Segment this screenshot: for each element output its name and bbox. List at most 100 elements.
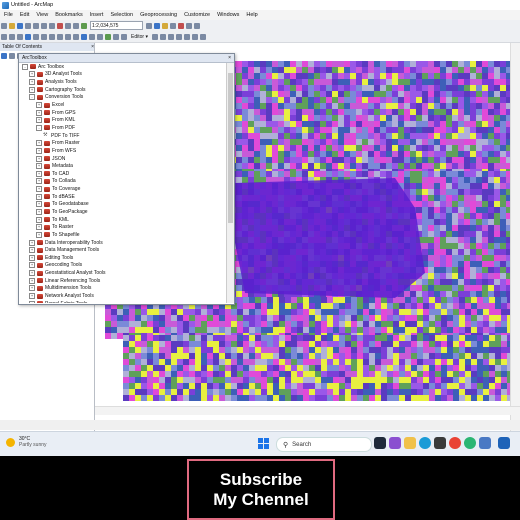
editor-menu[interactable]: Editor ▾	[131, 34, 148, 40]
sketch-properties-icon[interactable]	[199, 33, 206, 40]
split-icon[interactable]	[175, 33, 182, 40]
close-icon[interactable]: ×	[228, 55, 231, 61]
expand-icon[interactable]: +	[36, 193, 42, 200]
arctoolbox-icon[interactable]	[178, 22, 184, 29]
toolbox-item[interactable]: + To GeoPackage	[19, 208, 224, 216]
close-icon[interactable]: ×	[91, 44, 94, 50]
task-view-icon[interactable]	[374, 437, 386, 449]
expand-icon[interactable]: +	[29, 262, 35, 269]
toolbox-item[interactable]: - Arc Toolbox	[19, 63, 224, 71]
chat-icon[interactable]	[389, 437, 401, 449]
collapse-icon[interactable]: -	[29, 94, 35, 101]
toolbox-item[interactable]: + From Raster	[19, 139, 224, 147]
expand-icon[interactable]: +	[36, 140, 42, 147]
redo-icon[interactable]	[73, 22, 79, 29]
toolbox-item[interactable]: + Linear Referencing Tools	[19, 277, 224, 285]
expand-icon[interactable]: +	[29, 300, 35, 303]
fixed-zoom-in-icon[interactable]	[33, 33, 39, 40]
expand-icon[interactable]: +	[29, 71, 35, 78]
toolbox-item[interactable]: + Analysis Tools	[19, 78, 224, 86]
menu-edit[interactable]: Edit	[20, 12, 29, 18]
scroll-thumb[interactable]	[228, 73, 233, 223]
expand-icon[interactable]: +	[36, 109, 42, 116]
paste-icon[interactable]	[49, 22, 55, 29]
undo-icon[interactable]	[65, 22, 71, 29]
expand-icon[interactable]: +	[36, 186, 42, 193]
menu-geoprocessing[interactable]: Geoprocessing	[140, 12, 177, 18]
measure-icon[interactable]	[97, 33, 103, 40]
toolbox-item[interactable]: ⚒ PDF To TIFF	[19, 132, 224, 140]
expand-icon[interactable]: +	[29, 270, 35, 277]
hyperlink-icon[interactable]	[105, 33, 111, 40]
expand-icon[interactable]: +	[29, 239, 35, 246]
add-data-icon[interactable]	[81, 22, 87, 29]
toolbox-item[interactable]: +Parcel Fabric Tools	[19, 300, 224, 303]
weather-widget[interactable]: 30°C Partly sunny	[6, 436, 47, 448]
expand-icon[interactable]: +	[36, 117, 42, 124]
layout-icon[interactable]	[146, 22, 152, 29]
search-window-icon[interactable]	[170, 22, 176, 29]
toolbox-item[interactable]: + To dBASE	[19, 193, 224, 201]
print-icon[interactable]	[25, 22, 31, 29]
arcgis-icon[interactable]	[479, 437, 491, 449]
toolbox-item[interactable]: + Editing Tools	[19, 254, 224, 262]
edit-tool-icon[interactable]	[151, 33, 158, 40]
scale-input[interactable]: 1:2,034,575	[90, 21, 143, 30]
menu-selection[interactable]: Selection	[110, 12, 133, 18]
cut-icon[interactable]	[33, 22, 39, 29]
save-icon[interactable]	[17, 22, 23, 29]
map-horizontal-scrollbar[interactable]	[95, 406, 520, 415]
expand-icon[interactable]: +	[29, 277, 35, 284]
expand-icon[interactable]: +	[36, 231, 42, 238]
modelbuilder-icon[interactable]	[194, 22, 200, 29]
map-vertical-scrollbar[interactable]	[510, 43, 520, 431]
store-icon[interactable]	[434, 437, 446, 449]
start-button[interactable]	[258, 438, 269, 449]
menu-file[interactable]: File	[4, 12, 13, 18]
expand-icon[interactable]: +	[29, 254, 35, 261]
file-explorer-icon[interactable]	[404, 437, 416, 449]
toolbox-item[interactable]: + Geocoding Tools	[19, 262, 224, 270]
expand-icon[interactable]: +	[29, 285, 35, 292]
expand-icon[interactable]: +	[29, 293, 35, 300]
menu-windows[interactable]: Windows	[217, 12, 239, 18]
expand-icon[interactable]: +	[36, 147, 42, 154]
toolbox-item[interactable]: +3D Analyst Tools	[19, 71, 224, 79]
expand-icon[interactable]: +	[36, 201, 42, 208]
expand-icon[interactable]: +	[29, 86, 35, 93]
toc-window-icon[interactable]	[154, 22, 160, 29]
collapse-icon[interactable]: -	[22, 63, 28, 70]
list-by-drawing-order-icon[interactable]	[1, 52, 7, 59]
back-extent-icon[interactable]	[49, 33, 55, 40]
zoom-in-icon[interactable]	[1, 33, 7, 40]
menu-customize[interactable]: Customize	[184, 12, 210, 18]
toolbox-item[interactable]: + From KML	[19, 116, 224, 124]
toolbox-item[interactable]: + Cartography Tools	[19, 86, 224, 94]
attributes-icon[interactable]	[191, 33, 198, 40]
vertex-icon[interactable]	[167, 33, 174, 40]
new-map-icon[interactable]	[1, 22, 7, 29]
menu-bookmarks[interactable]: Bookmarks	[55, 12, 83, 18]
toolbox-item[interactable]: + Data Interoperability Tools	[19, 239, 224, 247]
toolbox-item[interactable]: + Excel	[19, 101, 224, 109]
toolbox-item[interactable]: - From PDF	[19, 124, 224, 132]
identify-icon[interactable]	[81, 33, 87, 40]
zoom-out-icon[interactable]	[9, 33, 15, 40]
expand-icon[interactable]: +	[36, 216, 42, 223]
app-icon[interactable]	[464, 437, 476, 449]
toolbox-item[interactable]: + JSON	[19, 155, 224, 163]
toolbox-item[interactable]: + To Geodatabase	[19, 201, 224, 209]
expand-icon[interactable]: +	[29, 79, 35, 86]
menu-view[interactable]: View	[36, 12, 48, 18]
expand-icon[interactable]: +	[36, 163, 42, 170]
toolbox-scrollbar[interactable]	[226, 63, 234, 303]
toolbox-item[interactable]: + From WFS	[19, 147, 224, 155]
expand-icon[interactable]: +	[36, 178, 42, 185]
python-icon[interactable]	[186, 22, 192, 29]
menu-insert[interactable]: Insert	[90, 12, 104, 18]
pan-icon[interactable]	[17, 33, 23, 40]
expand-icon[interactable]: +	[36, 208, 42, 215]
toolbox-item[interactable]: + Data Management Tools	[19, 246, 224, 254]
expand-icon[interactable]: +	[36, 155, 42, 162]
html-popup-icon[interactable]	[113, 33, 119, 40]
